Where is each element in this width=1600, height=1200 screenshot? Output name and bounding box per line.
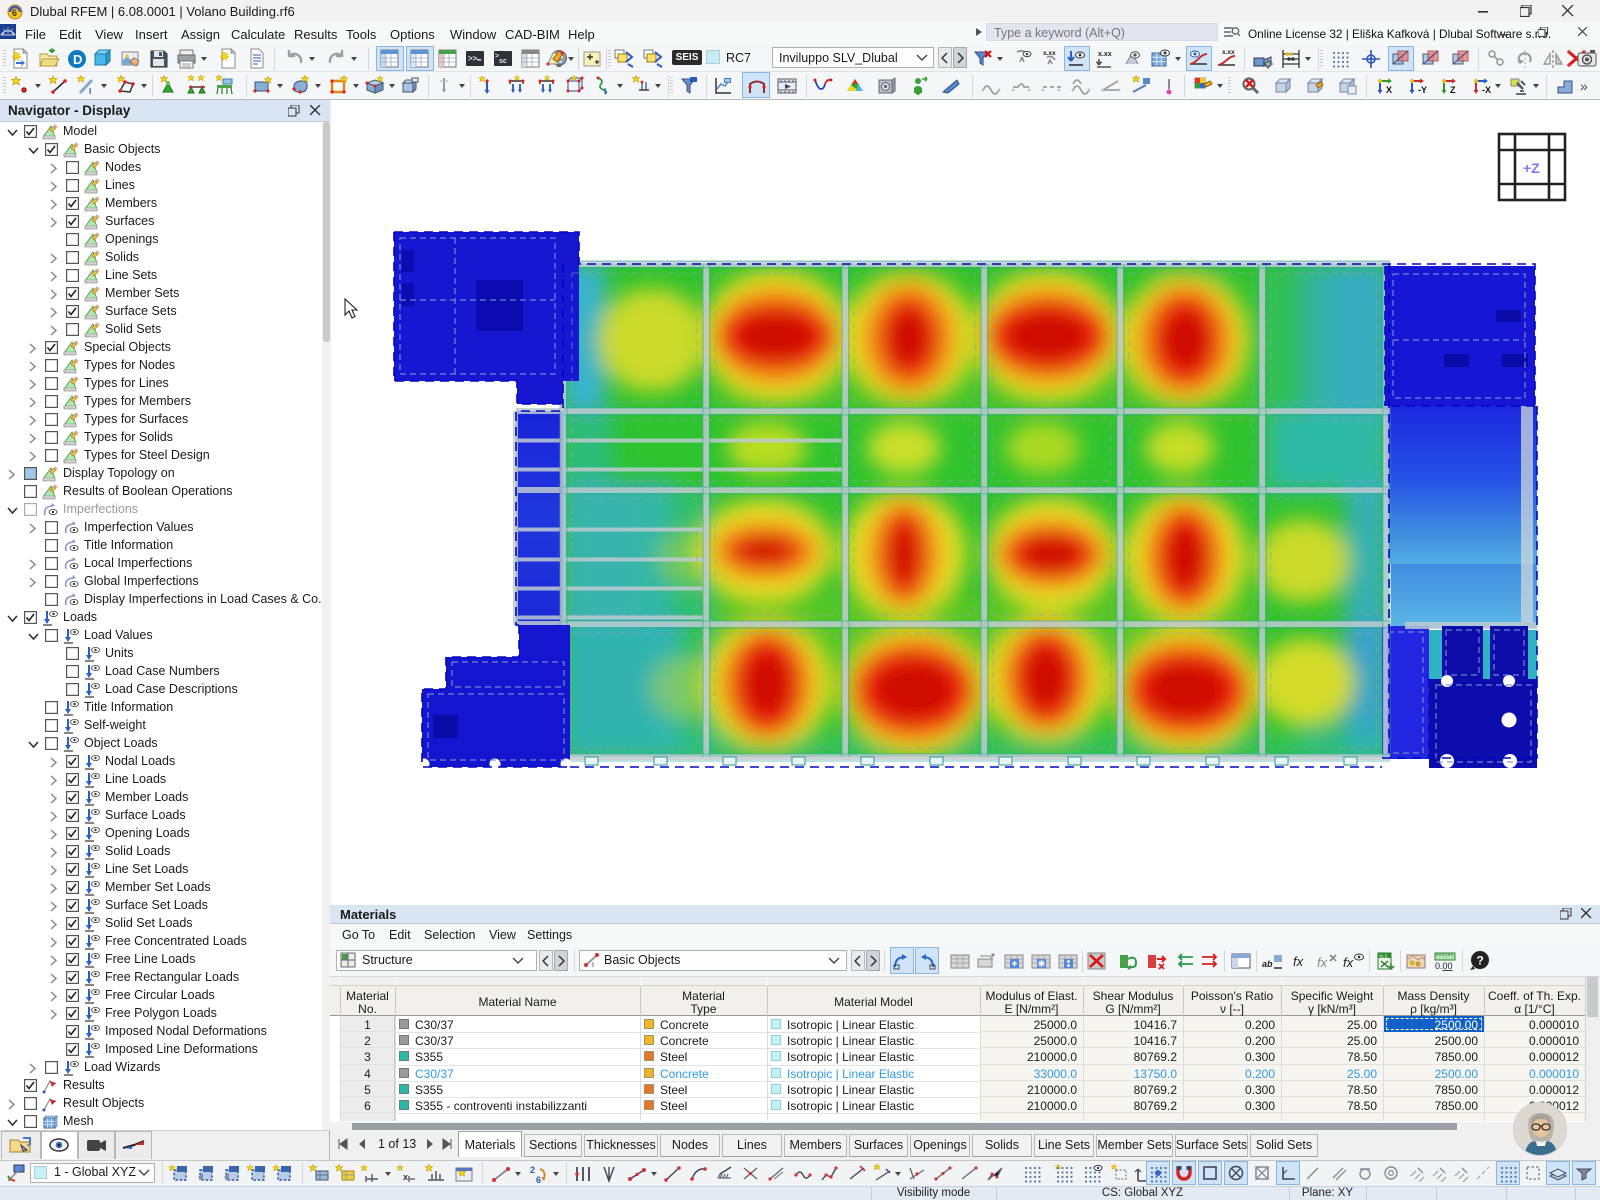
svg-text:I: I [604,87,606,96]
svg-text:fx: fx [1317,955,1328,970]
svg-text:-Y: -Y [1418,85,1427,95]
svg-text:2: 2 [530,1165,535,1175]
svg-text:x.xx: x.xx [1222,49,1235,56]
svg-text:ab: ab [1262,959,1273,969]
svg-text:>>: >> [468,54,478,63]
svg-text:D: D [73,52,82,67]
svg-text:XLS: XLS [1379,954,1388,959]
svg-text:0.00: 0.00 [1435,961,1453,971]
svg-text:x.xx: x.xx [1098,51,1112,58]
svg-text:6: 6 [536,1175,541,1185]
svg-text:x: x [403,1172,408,1182]
svg-text:+Z: +Z [1523,160,1540,176]
svg-text:sc: sc [499,58,507,65]
svg-text:-X: -X [1482,85,1491,95]
svg-text:X: X [1386,85,1392,95]
svg-text:fx: fx [1343,955,1354,970]
svg-text:6: 6 [12,8,17,18]
svg-text:?: ? [1477,954,1484,968]
svg-text:I: I [592,962,594,968]
svg-text:I: I [89,87,91,96]
svg-text:fx: fx [1293,954,1304,969]
svg-text:Z: Z [1450,85,1456,95]
